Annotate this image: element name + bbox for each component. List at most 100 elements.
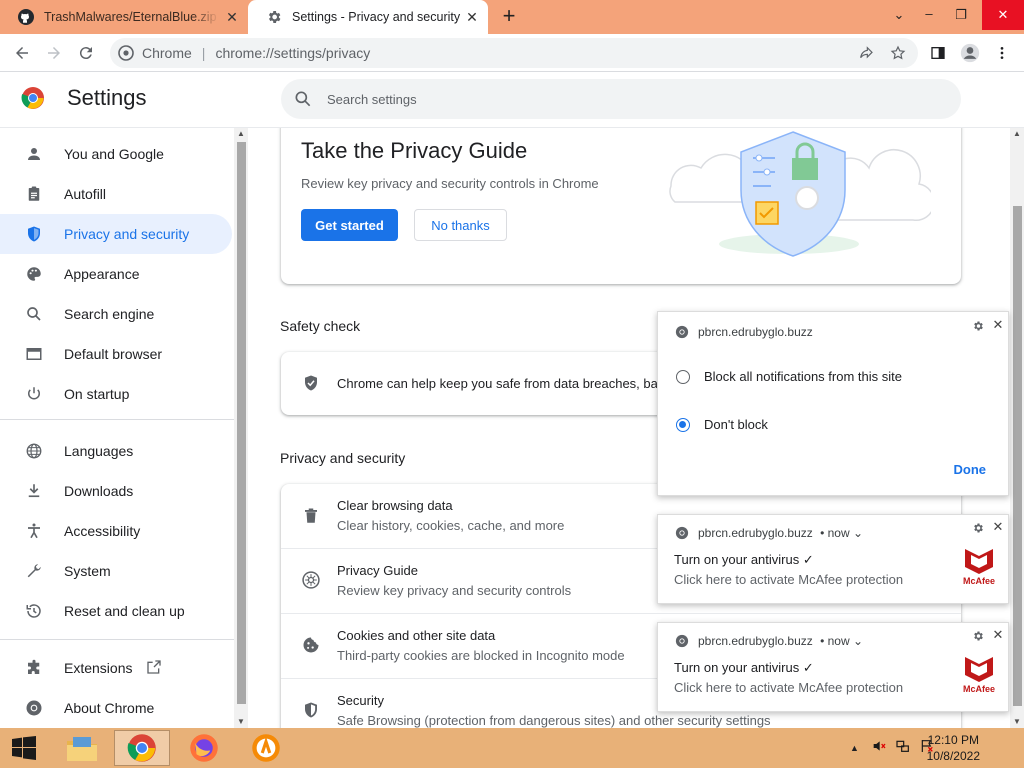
sidebar-item-label: Default browser [64,346,163,362]
sidebar-item-search-engine[interactable]: Search engine [0,294,232,334]
sidebar-item-label: Search engine [64,306,155,322]
start-button[interactable] [0,730,48,766]
browser-toolbar: Chrome | chrome://settings/privacy [0,34,1024,72]
mcafee-logo-icon: McAfee [963,549,995,585]
tab-close-icon[interactable]: ✕ [464,9,480,25]
notification-origin: pbrcn.edrubyglo.buzz • now ⌄ [698,526,864,540]
tab-close-icon[interactable]: ✕ [224,9,240,25]
scroll-down-arrow[interactable]: ▼ [234,716,248,728]
compass-icon [301,570,321,590]
scrollbar-thumb[interactable] [237,142,246,704]
close-icon[interactable]: ✕ [992,628,1004,641]
chrome-logo-icon [21,86,45,110]
cookie-icon [301,635,321,655]
share-icon[interactable] [854,41,878,65]
profile-avatar[interactable] [958,41,982,65]
gear-icon[interactable] [972,521,984,533]
bookmark-star-icon[interactable] [886,41,910,65]
file-explorer-icon[interactable] [54,730,110,766]
scroll-down-arrow[interactable]: ▼ [1010,716,1024,728]
side-panel-icon[interactable] [926,41,950,65]
tab-search-icon[interactable]: ⌄ [882,0,916,30]
browser-icon [24,344,44,364]
radio-button[interactable] [676,369,690,384]
search-input[interactable] [327,91,927,107]
close-window-button[interactable]: ✕ [982,0,1024,30]
firefox-icon[interactable] [176,730,232,766]
row-subtitle: Safe Browsing (protection from dangerous… [337,713,771,728]
notification-toast[interactable]: pbrcn.edrubyglo.buzz • now ⌄ ✕ Turn on y… [657,622,1009,712]
svg-text:McAfee: McAfee [963,684,995,693]
sidebar-item-label: System [64,563,111,579]
chrome-taskbar-icon[interactable] [114,730,170,766]
privacy-security-heading: Privacy and security [280,450,406,466]
minimize-window-button[interactable]: – [912,0,946,28]
restore-window-button[interactable]: ❐ [944,0,978,30]
sidebar-item-reset-and-clean-up[interactable]: Reset and clean up [0,591,232,631]
close-icon[interactable]: ✕ [992,318,1004,331]
volume-muted-icon[interactable] [871,738,887,759]
chrome-icon [24,698,44,718]
new-tab-button[interactable]: + [496,5,522,29]
radio-button-selected[interactable] [676,417,690,432]
shield-outline-icon [301,700,321,720]
sidebar-item-label: Privacy and security [64,226,190,242]
accessibility-icon [24,521,44,541]
notification-title: Turn on your antivirus ✓ [674,660,814,675]
sidebar-item-on-startup[interactable]: On startup [0,374,232,414]
network-icon[interactable] [895,738,911,759]
tray-expand-icon[interactable]: ▲ [850,743,859,753]
sidebar-item-accessibility[interactable]: Accessibility [0,511,232,551]
back-button[interactable] [10,41,34,65]
sidebar-item-downloads[interactable]: Downloads [0,471,232,511]
tab-github[interactable]: TrashMalwares/EternalBlue.zip at ✕ [0,0,248,34]
block-notifications-option[interactable]: Block all notifications from this site [676,369,902,384]
get-started-button[interactable]: Get started [301,209,398,241]
main-scrollbar[interactable]: ▲ ▼ [1010,128,1024,728]
close-icon[interactable]: ✕ [992,520,1004,533]
dont-block-option[interactable]: Don't block [676,417,768,432]
scroll-up-arrow[interactable]: ▲ [234,128,248,140]
sidebar-item-default-browser[interactable]: Default browser [0,334,232,374]
tab-settings[interactable]: Settings - Privacy and security ✕ [248,0,488,34]
sidebar-item-privacy-and-security[interactable]: Privacy and security [0,214,232,254]
reload-button[interactable] [74,41,98,65]
windows-taskbar: ▲ 12:10 PM 10/8/2022 [0,728,1024,768]
avast-icon[interactable] [238,730,294,766]
privacy-guide-card: Take the Privacy Guide Review key privac… [281,128,961,284]
sidebar-scrollbar[interactable]: ▲ ▼ [234,128,248,728]
forward-button[interactable] [42,41,66,65]
github-icon [18,9,34,25]
history-icon [24,601,44,621]
address-bar[interactable]: Chrome | chrome://settings/privacy [110,38,918,68]
sidebar-item-about-chrome[interactable]: About Chrome [0,688,232,728]
scroll-up-arrow[interactable]: ▲ [1010,128,1024,140]
scrollbar-thumb[interactable] [1013,206,1022,706]
sidebar-item-appearance[interactable]: Appearance [0,254,232,294]
tab-label: Settings - Privacy and security [292,10,461,24]
sidebar-item-languages[interactable]: Languages [0,431,232,471]
gear-icon[interactable] [972,629,984,641]
notification-toast[interactable]: pbrcn.edrubyglo.buzz • now ⌄ ✕ Turn on y… [657,514,1009,604]
option-label: Don't block [704,417,768,432]
sidebar-item-autofill[interactable]: Autofill [0,174,232,214]
taskbar-clock[interactable]: 12:10 PM 10/8/2022 [927,732,980,764]
no-thanks-button[interactable]: No thanks [414,209,507,241]
url-text[interactable]: chrome://settings/privacy [215,45,370,61]
done-button[interactable]: Done [954,462,987,477]
download-icon [24,481,44,501]
settings-search[interactable] [281,79,961,119]
gear-icon[interactable] [972,319,984,331]
menu-kebab-icon[interactable] [990,41,1014,65]
row-title: Clear browsing data [337,498,453,513]
notification-body: Click here to activate McAfee protection [674,572,904,587]
clipboard-icon [24,184,44,204]
sidebar-item-system[interactable]: System [0,551,232,591]
sidebar-item-label: Autofill [64,186,107,202]
sidebar-item-extensions[interactable]: Extensions [0,648,232,688]
gear-icon [266,9,282,25]
mcafee-logo-icon: McAfee [963,657,995,693]
sidebar-item-label: Reset and clean up [64,603,185,619]
popup-origin: pbrcn.edrubyglo.buzz [698,325,813,339]
sidebar-item-you-and-google[interactable]: You and Google [0,134,232,174]
